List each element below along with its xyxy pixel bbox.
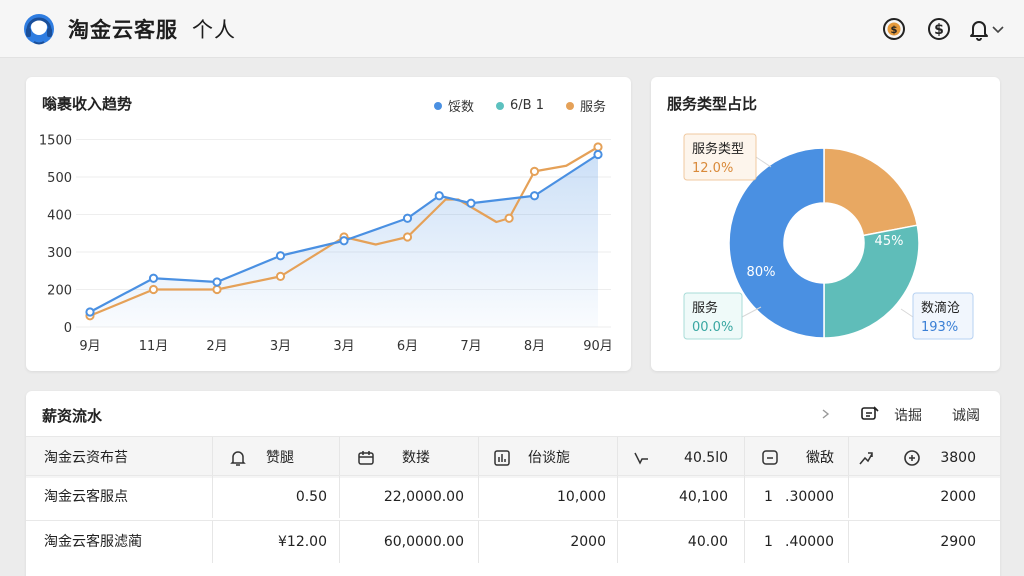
export-action[interactable]: 诰掘 [894, 405, 922, 425]
coin-icon[interactable]: $ [881, 16, 907, 42]
data-point[interactable] [212, 284, 222, 295]
table-row[interactable]: 淘金云客服点 0.50 22,0000.00 10,000 40,100 1 .… [26, 475, 1000, 518]
data-point[interactable] [85, 307, 95, 317]
app-header: 淘金云客服 个人 $ $ [0, 0, 1024, 58]
x-tick-label: 8月 [524, 339, 545, 354]
y-tick-label: 400 [47, 209, 72, 224]
column-header: 徽敌 [806, 450, 834, 466]
settings-action[interactable]: 诚阈 [952, 405, 980, 425]
dollar-icon[interactable]: $ [926, 16, 952, 42]
cell-value: 2000 [940, 489, 976, 505]
trend-arrow-icon [859, 452, 873, 465]
svg-text:$: $ [934, 22, 944, 38]
row-name: 淘金云客服滤蔺 [44, 534, 142, 550]
message-icon [762, 450, 778, 465]
headset-logo-icon[interactable] [22, 12, 56, 46]
cell-value: 2000 [570, 534, 606, 550]
service-type-donut-chart: 45% 80% 服务类型 12.0% 服务 00.0% 数滴沧 193% [683, 133, 974, 340]
coin-refresh-icon [904, 450, 920, 466]
svg-text:$: $ [891, 25, 898, 36]
table-row[interactable]: 淘金云客服滤蔺 ¥12.00 60,0000.00 2000 40.00 1 .… [26, 520, 1000, 563]
column-header: 数搂 [402, 450, 430, 466]
calendar-icon [358, 451, 374, 465]
app-name: 淘金云客服 [68, 18, 178, 42]
cell-value: 1 [764, 534, 773, 550]
chevron-down-icon[interactable] [990, 16, 1006, 42]
data-point[interactable] [148, 284, 159, 295]
account-scope-label[interactable]: 个人 [192, 18, 236, 42]
bell-outline-icon [230, 451, 246, 466]
slice-percent-label: 80% [747, 265, 776, 280]
cell-value: .30000 [785, 489, 834, 505]
callout-name: 数滴沧 [921, 300, 960, 316]
x-tick-label: 3月 [333, 339, 354, 354]
callout-value: 12.0% [692, 161, 733, 176]
x-tick-label: 7月 [460, 339, 481, 354]
data-point[interactable] [434, 191, 444, 201]
data-point[interactable] [593, 142, 603, 152]
x-tick-label: 9月 [79, 339, 100, 354]
callout-value: 00.0% [692, 320, 733, 335]
cell-value: 40.00 [687, 534, 728, 550]
cell-value: 40,100 [679, 489, 728, 505]
column-header: 淘金云资布苔 [44, 450, 128, 466]
column-header: 40.5l0 [684, 450, 728, 466]
data-point[interactable] [148, 273, 159, 283]
x-tick-label: 11月 [139, 339, 169, 354]
cell-value: 10,000 [557, 489, 606, 505]
data-point[interactable] [466, 198, 476, 208]
x-tick-label: 90月 [583, 339, 613, 354]
cell-value: 2900 [940, 534, 976, 550]
cell-value: .40000 [785, 534, 834, 550]
data-point[interactable] [529, 166, 540, 176]
data-point[interactable] [529, 191, 540, 201]
data-point[interactable] [504, 213, 514, 223]
cell-value: ¥12.00 [278, 534, 327, 550]
data-point[interactable] [402, 232, 413, 242]
app-title: 淘金云客服 个人 [68, 14, 236, 44]
column-header: 赞腿 [266, 450, 294, 466]
y-tick-label: 1500 [39, 134, 72, 149]
y-tick-label: 300 [47, 246, 72, 261]
callout-name: 服务类型 [692, 141, 744, 157]
cell-value: 1 [764, 489, 773, 505]
data-point[interactable] [593, 149, 603, 160]
bar-chart-icon [494, 450, 510, 466]
data-point[interactable] [339, 236, 349, 246]
cell-value: 60,0000.00 [383, 534, 464, 550]
slice-percent-label: 45% [875, 234, 904, 249]
callout-leader [755, 156, 772, 168]
column-header: 佁谈旎 [528, 450, 570, 466]
cursor-icon [634, 452, 648, 465]
x-tick-label: 3月 [270, 339, 291, 354]
y-tick-label: 500 [47, 171, 72, 186]
callout-leader [900, 308, 914, 318]
y-tick-label: 200 [47, 284, 72, 299]
more-arrow-icon[interactable] [818, 406, 834, 422]
table-header-row: 淘金云资布苔 赞腿 数搂 佁谈旎 40.5l0 徽敌 3800 [26, 436, 1000, 479]
row-name: 淘金云客服点 [44, 489, 128, 505]
data-point[interactable] [275, 251, 286, 261]
x-tick-label: 6月 [397, 339, 418, 354]
donut-slice[interactable] [823, 147, 919, 237]
salary-flow-title: 薪资流水 [42, 407, 103, 425]
bell-icon[interactable] [966, 16, 992, 42]
column-header: 3800 [940, 450, 976, 466]
cell-value: 22,0000.00 [383, 489, 464, 505]
data-point[interactable] [275, 271, 286, 281]
data-point[interactable] [212, 277, 222, 287]
income-line-chart: 0 200 300 400 500 1500 9月 11月 2月 3月 3月 6月 7月 8月 90月 [39, 134, 613, 355]
callout-name: 服务 [692, 300, 718, 316]
callout-value: 193% [921, 320, 958, 335]
data-point[interactable] [402, 213, 413, 223]
y-tick-label: 0 [64, 321, 72, 336]
x-tick-label: 2月 [206, 339, 227, 354]
edit-icon[interactable] [860, 405, 880, 423]
donut-slice[interactable] [823, 224, 920, 339]
cell-value: 0.50 [295, 489, 327, 505]
